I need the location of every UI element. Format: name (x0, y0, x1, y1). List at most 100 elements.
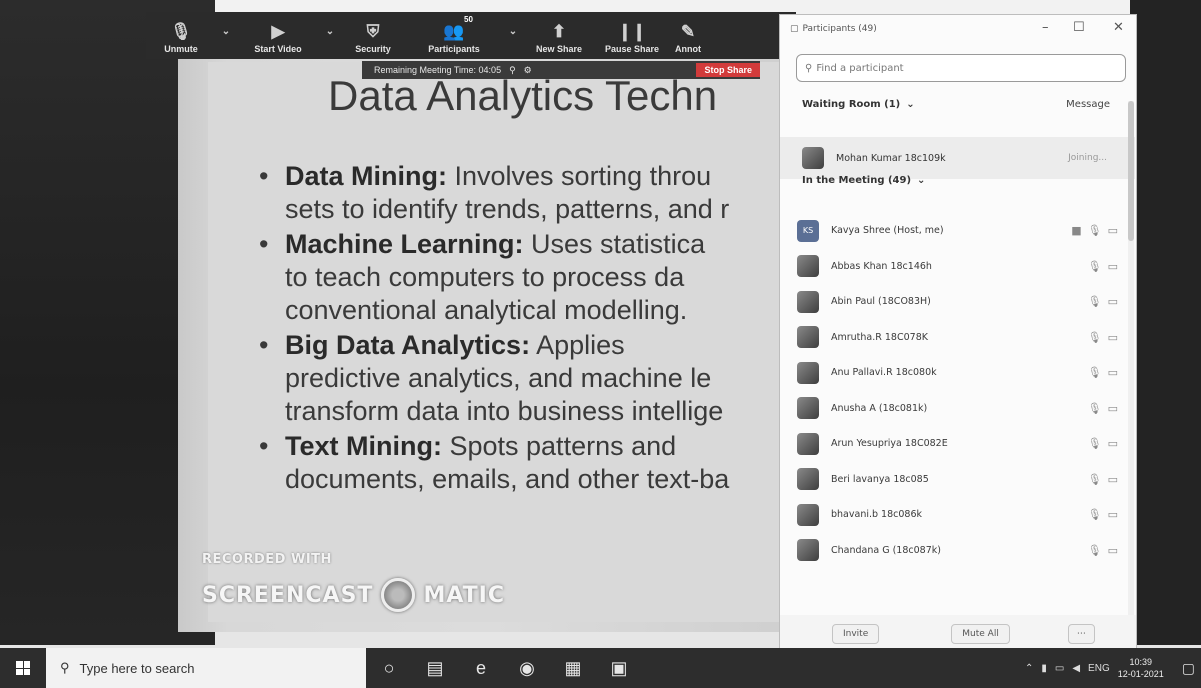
avatar (802, 147, 824, 169)
pause-share-button[interactable]: ❙❙ Pause Share (594, 12, 670, 59)
security-button[interactable]: ⛨ Security (340, 12, 406, 59)
participant-row[interactable]: bhavani.b 18c086k 🎙 ▭ (780, 497, 1130, 533)
avatar (797, 432, 819, 455)
settings-icon[interactable]: ⚙ (524, 65, 532, 76)
notification-icon[interactable]: ▢ (1182, 660, 1195, 677)
speaker-icon[interactable]: ◀ (1072, 663, 1080, 674)
stop-share-button[interactable]: Stop Share (696, 63, 760, 77)
waiting-room-header[interactable]: Waiting Room (1) ⌄ (802, 99, 915, 110)
security-label: Security (355, 44, 391, 54)
waiting-room-label: Waiting Room (1) (802, 99, 901, 110)
maximize-icon[interactable]: ☐ (1073, 20, 1085, 35)
participant-row[interactable]: Chandana G (18c087k) 🎙 ▭ (780, 533, 1130, 569)
clock-date: 12-01-2021 (1117, 669, 1164, 679)
cortana-icon[interactable]: ○ (366, 648, 412, 688)
video-off-icon: ▭ (1107, 330, 1118, 344)
joining-status: Joining... (1068, 153, 1107, 163)
zoom-app-icon[interactable]: ▣ (596, 648, 642, 688)
participant-name: Arun Yesupriya 18C082E (831, 438, 948, 450)
clock-time: 10:39 (1129, 657, 1152, 667)
participant-row[interactable]: Beri lavanya 18c085 🎙 ▭ (780, 462, 1130, 498)
participants-options-button[interactable]: ⌄ (502, 12, 524, 59)
task-view-icon[interactable]: ▤ (412, 648, 458, 688)
participant-row[interactable]: Arun Yesupriya 18C082E 🎙 ▭ (780, 426, 1130, 462)
watermark-recorded-with: RECORDED WITH (202, 552, 332, 567)
avatar (797, 468, 819, 491)
chrome-icon[interactable]: ◉ (504, 648, 550, 688)
unmute-label: Unmute (164, 44, 198, 54)
language-indicator[interactable]: ENG (1088, 663, 1110, 674)
participant-row[interactable]: Anu Pallavi.R 18c080k 🎙 ▭ (780, 355, 1130, 391)
pin-icon[interactable]: ⚲ (509, 65, 516, 76)
invite-button[interactable]: Invite (832, 624, 880, 644)
message-button[interactable]: Message (1066, 99, 1110, 110)
sharing-status-bar: Remaining Meeting Time: 04:05 ⚲ ⚙ Stop S… (362, 61, 760, 79)
participant-row[interactable]: Amrutha.R 18C078K 🎙 ▭ (780, 320, 1130, 356)
avatar (797, 255, 819, 278)
start-button[interactable] (0, 648, 46, 688)
battery-icon[interactable]: ▭ (1055, 663, 1064, 674)
microphone-muted-icon: 🎙 (1087, 366, 1102, 380)
share-screen-icon: ⬆ (551, 22, 567, 41)
taskbar-search-box[interactable]: ⚲ Type here to search (46, 648, 366, 688)
bullet-text: conventional analytical modelling. (285, 295, 688, 325)
watermark-text: MATIC (423, 582, 505, 608)
video-off-icon: ▭ (1107, 366, 1118, 380)
video-options-button[interactable]: ⌄ (320, 12, 340, 59)
close-icon[interactable]: ✕ (1113, 20, 1124, 35)
file-explorer-icon[interactable]: ▦ (550, 648, 596, 688)
avatar: KS (797, 219, 819, 242)
chevron-up-icon[interactable]: ⌃ (1025, 663, 1033, 674)
start-video-button[interactable]: ▶ Start Video (236, 12, 320, 59)
bullet-text: transform data into business intellige (285, 396, 724, 426)
in-meeting-header[interactable]: In the Meeting (49) ⌄ (802, 175, 925, 186)
video-off-icon: ▭ (1107, 401, 1118, 415)
participant-list: KS Kavya Shree (Host, me) ■ 🎙 ▭ Abbas Khan… (780, 213, 1130, 568)
participant-row[interactable]: Abbas Khan 18c146h 🎙 ▭ (780, 249, 1130, 285)
mute-all-button[interactable]: Mute All (951, 624, 1010, 644)
chevron-down-icon: ⌄ (906, 99, 915, 110)
minimize-icon[interactable]: – (1042, 20, 1049, 35)
video-off-icon: ▭ (1107, 437, 1118, 451)
participant-row[interactable]: Anusha A (18c081k) 🎙 ▭ (780, 391, 1130, 427)
search-icon: ⚲ (60, 660, 70, 675)
more-options-button[interactable]: ⋯ (1067, 624, 1095, 644)
bullet-term: Data Mining: (285, 161, 447, 191)
scrollbar-thumb[interactable] (1128, 101, 1134, 241)
video-off-icon: ▭ (1107, 508, 1118, 522)
edge-browser-icon[interactable]: e (458, 648, 504, 688)
participants-button[interactable]: 50 👥 Participants (406, 12, 502, 59)
bullet-text: Uses statistica (523, 229, 706, 259)
participant-name: Abbas Khan 18c146h (831, 260, 932, 272)
shield-icon: ⛨ (366, 22, 380, 41)
bullet-big-data-analytics: Big Data Analytics: Applies predictive a… (253, 329, 813, 428)
participant-search-input[interactable]: ⚲ Find a participant (796, 54, 1126, 82)
bullet-text: Applies (530, 330, 625, 360)
bullet-text-mining: Text Mining: Spots patterns and document… (253, 430, 813, 496)
video-off-icon: ▭ (1107, 259, 1118, 273)
microphone-muted-icon: 🎙 (1087, 472, 1102, 486)
participants-panel: ▢ Participants (49) – ☐ ✕ ⚲ Find a parti… (779, 14, 1137, 654)
microphone-muted-icon[interactable]: 🎙 (1088, 224, 1102, 237)
pause-icon: ❙❙ (617, 22, 647, 41)
network-icon[interactable]: ▮ (1041, 663, 1047, 674)
participant-row[interactable]: KS Kavya Shree (Host, me) ■ 🎙 ▭ (780, 213, 1130, 249)
search-icon: ⚲ (805, 62, 813, 74)
video-off-icon[interactable]: ▭ (1108, 224, 1118, 237)
pause-share-label: Pause Share (604, 44, 660, 54)
system-clock[interactable]: 10:39 12-01-2021 (1118, 656, 1164, 680)
participant-row[interactable]: Abin Paul (18CO83H) 🎙 ▭ (780, 284, 1130, 320)
unmute-button[interactable]: 🎙 Unmute (146, 12, 216, 59)
waiting-participant-row[interactable]: Mohan Kumar 18c109k Joining... (780, 137, 1135, 179)
background-right (1130, 0, 1201, 645)
avatar (797, 290, 819, 313)
bullet-text: Involves sorting throu (447, 161, 712, 191)
audio-options-button[interactable]: ⌄ (216, 12, 236, 59)
bullet-text: to teach computers to process da (285, 262, 685, 292)
annotate-label: Annot (675, 44, 701, 54)
video-off-icon: ▭ (1107, 295, 1118, 309)
annotate-button[interactable]: ✎ Annot (670, 12, 706, 59)
participant-list-scrollbar[interactable] (1128, 101, 1134, 621)
new-share-button[interactable]: ⬆ New Share (524, 12, 594, 59)
microphone-muted-icon: 🎙 (1087, 330, 1102, 344)
